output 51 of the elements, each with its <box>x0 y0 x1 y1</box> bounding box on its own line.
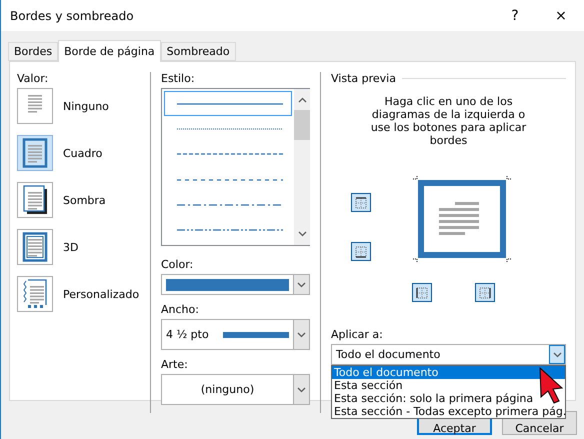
setting-label: Personalizado <box>63 288 140 300</box>
chevron-down-icon[interactable] <box>298 231 306 237</box>
instruction-text: Haga clic en uno de los diagramas de la izquierda o use los botones para aplicar bordes <box>370 95 528 147</box>
border-toggle-button[interactable] <box>475 283 495 302</box>
border-edge-icon <box>353 244 369 260</box>
chevron-down-icon[interactable] <box>552 352 562 358</box>
border-toggle-button[interactable] <box>412 283 432 302</box>
tab[interactable]: Borde de página <box>58 40 161 62</box>
art-value: (ninguno) <box>200 383 254 396</box>
scrollbar-thumb[interactable] <box>294 110 310 140</box>
line-width-sample <box>222 332 289 338</box>
scroll-up-icon[interactable] <box>298 97 306 103</box>
page-border-icon <box>22 232 48 262</box>
tab[interactable]: Sombreado <box>160 42 236 61</box>
help-button[interactable]: ? <box>492 0 538 31</box>
field-label: Aplicar a: <box>331 328 384 341</box>
setting-label: Cuadro <box>63 146 102 160</box>
field-label: Arte: <box>161 358 189 371</box>
tab[interactable]: Bordes <box>8 42 58 61</box>
width-dropdown[interactable]: 4 ½ pto <box>161 319 310 350</box>
chevron-down-icon[interactable] <box>297 332 306 338</box>
page-border-icon <box>22 185 48 215</box>
border-edge-icon <box>353 194 369 210</box>
apply-to-dropdown[interactable]: Todo el documento <box>331 344 566 365</box>
line-style-item[interactable] <box>164 91 292 116</box>
border-edge-icon <box>477 284 493 300</box>
section-label: Valor: <box>17 72 50 85</box>
border-toggle-button[interactable] <box>351 242 371 261</box>
page-border-icon <box>22 279 48 309</box>
setting-label: Sombra <box>63 194 106 206</box>
group-title: Vista previa <box>331 72 396 85</box>
field-label: Estilo: <box>161 72 196 85</box>
window-title: Bordes y sombreado <box>10 8 135 22</box>
close-button[interactable]: × <box>538 0 584 31</box>
border-edge-icon <box>414 284 430 300</box>
cursor-icon <box>538 366 564 404</box>
chevron-down-icon[interactable] <box>297 386 306 392</box>
apply-to-value: Todo el documento <box>336 348 440 361</box>
field-label: Ancho: <box>161 303 200 316</box>
page-border-icon <box>22 138 48 168</box>
setting-label: Ninguno <box>63 100 109 112</box>
field-label: Color: <box>161 258 194 271</box>
art-dropdown[interactable]: (ninguno) <box>161 374 310 405</box>
dropdown-option[interactable]: Todo el documento <box>332 366 565 379</box>
line-style-list[interactable] <box>161 88 310 246</box>
chevron-down-icon[interactable] <box>297 282 306 288</box>
setting-button[interactable] <box>17 182 53 218</box>
width-value: 4 ½ pto <box>166 328 209 341</box>
border-toggle-button[interactable] <box>351 193 371 212</box>
setting-label: 3D <box>63 240 78 254</box>
color-dropdown[interactable] <box>161 274 310 295</box>
